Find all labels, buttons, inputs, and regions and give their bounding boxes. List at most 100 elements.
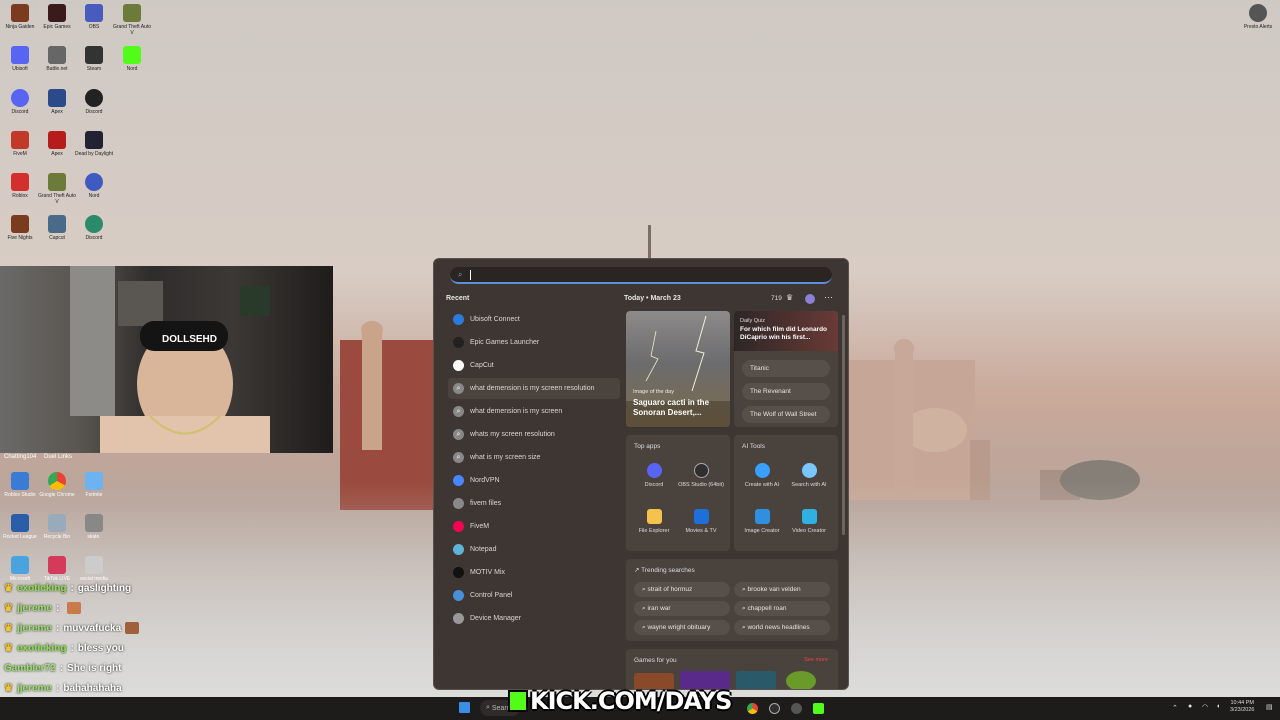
notification-icon[interactable]: ▤ [1266, 703, 1273, 711]
desktop-icon[interactable]: OBS [74, 4, 114, 30]
app-create-with-ai[interactable]: Create with AI [738, 463, 786, 489]
trending-item[interactable]: ⌕ strait of hormuz [634, 582, 730, 597]
desktop-icon[interactable]: Discord [74, 215, 114, 241]
daily-quiz-card[interactable]: Daily Quiz For which film did Leonardo D… [734, 311, 838, 427]
trending-item[interactable]: ⌕ chappell roan [734, 601, 830, 616]
start-search-input[interactable]: ⌕ [450, 267, 832, 284]
desktop-icon[interactable]: FiveM [0, 131, 40, 157]
desktop-icon[interactable]: Apex [37, 89, 77, 115]
recent-item[interactable]: ⌕ what demension is my screen [448, 401, 620, 422]
image-of-day-card[interactable]: Image of the day Saguaro cacti in the So… [626, 311, 730, 427]
recent-item[interactable]: Device Manager [448, 608, 620, 629]
desktop-icon[interactable]: Rocket League [0, 514, 40, 540]
trending-item[interactable]: ⌕ wayne wright obituary [634, 620, 730, 635]
app-image-creator[interactable]: Image Creator [738, 509, 786, 535]
kick-taskbar-icon[interactable] [813, 703, 824, 714]
chevron-up-icon[interactable]: ⌃ [1172, 704, 1178, 712]
quiz-option[interactable]: Titanic [742, 360, 830, 377]
app-taskbar-icon[interactable] [791, 703, 802, 714]
control-panel-icon [453, 590, 464, 601]
recent-item[interactable]: ⌕ what demension is my screen resolution [448, 378, 620, 399]
wifi-icon[interactable]: ◠ [1202, 703, 1208, 711]
desktop-icon[interactable]: Ninja Gaiden [0, 4, 40, 30]
ai-tools-panel: AI Tools Create with AI Search with AI I… [734, 435, 838, 551]
desktop-icon[interactable]: Steam [74, 46, 114, 72]
clock[interactable]: 10:44 PM 3/23/2026 [1230, 700, 1254, 714]
recent-item[interactable]: fivem files [448, 493, 620, 514]
recent-item[interactable]: FiveM [448, 516, 620, 537]
desktop-icon[interactable]: Grand Theft Auto V [112, 4, 152, 36]
desktop-icon[interactable]: Discord [0, 89, 40, 115]
recent-item[interactable]: ⌕ what is my screen size [448, 447, 620, 468]
folder-icon [453, 498, 464, 509]
app-icon [85, 4, 103, 22]
desktop-icon[interactable]: Nord [74, 173, 114, 199]
desktop-icon[interactable]: Apex [37, 131, 77, 157]
recent-item[interactable]: Notepad [448, 539, 620, 560]
crown-icon: ♛ [4, 682, 13, 694]
desktop-icon[interactable]: Battle.net [37, 46, 77, 72]
volume-icon[interactable]: ◖ [1216, 703, 1220, 710]
recent-item[interactable]: MOTIV Mix [448, 562, 620, 583]
desktop-icon[interactable]: skate. [74, 514, 114, 540]
quiz-option[interactable]: The Wolf of Wall Street [742, 406, 830, 423]
app-movies-tv[interactable]: Movies & TV [677, 509, 725, 535]
search-icon: ⌕ [453, 406, 464, 417]
desktop-icon[interactable]: Fortnite [74, 472, 114, 498]
app-icon [85, 215, 103, 233]
game-tile[interactable] [736, 671, 776, 689]
desktop-icon[interactable]: Roblox [0, 173, 40, 199]
app-icon [48, 4, 66, 22]
discord-icon [646, 463, 662, 478]
desktop-icon[interactable]: Grand Theft Auto V [37, 173, 77, 205]
scrollbar[interactable] [842, 315, 845, 535]
desktop-icon[interactable]: Five Nights [0, 215, 40, 241]
game-tile[interactable] [786, 671, 816, 689]
desktop-icon[interactable]: Google Chrome [37, 472, 77, 498]
desktop-icon[interactable]: Epic Games [37, 4, 77, 30]
app-discord[interactable]: Discord [630, 463, 678, 489]
app-obs[interactable]: OBS Studio (64bit) [677, 463, 725, 489]
desktop-icon[interactable]: Ubisoft [0, 46, 40, 72]
desktop-icon[interactable]: Presto Alerts [1238, 4, 1278, 30]
microphone-icon[interactable]: ● [1188, 703, 1192, 710]
desktop-icon[interactable]: Discord [74, 89, 114, 115]
trending-item[interactable]: ⌕ iran war [634, 601, 730, 616]
skate-icon [85, 514, 103, 532]
trending-item[interactable]: ⌕ brooke van velden [734, 582, 830, 597]
trophy-icon[interactable]: ♛ [786, 293, 793, 302]
more-options-icon[interactable]: ⋯ [824, 292, 833, 303]
recent-item[interactable]: ⌕ whats my screen resolution [448, 424, 620, 445]
obs-taskbar-icon[interactable] [769, 703, 780, 714]
magnifier-icon [801, 463, 817, 478]
profile-avatar[interactable] [805, 294, 815, 304]
trending-item[interactable]: ⌕ world news headlines [734, 620, 830, 635]
crown-icon: ♛ [4, 602, 13, 614]
app-file-explorer[interactable]: File Explorer [630, 509, 678, 535]
chrome-taskbar-icon[interactable] [747, 703, 758, 714]
app-icon [11, 215, 29, 233]
windows-start-icon[interactable] [459, 702, 470, 713]
desktop-icon[interactable]: Recycle Bin [37, 514, 77, 540]
recent-item[interactable]: NordVPN [448, 470, 620, 491]
app-search-with-ai[interactable]: Search with AI [785, 463, 833, 489]
app-video-creator[interactable]: Video Creator [785, 509, 833, 535]
recent-item[interactable]: CapCut [448, 355, 620, 376]
app-icon [48, 215, 66, 233]
obs-icon [693, 463, 709, 478]
recent-item[interactable]: Epic Games Launcher [448, 332, 620, 353]
desktop-icon[interactable]: Roblox Studio [0, 472, 40, 498]
recent-item[interactable]: Control Panel [448, 585, 620, 606]
recent-item[interactable]: Ubisoft Connect [448, 309, 620, 330]
desktop-icon[interactable]: Nord [112, 46, 152, 72]
crown-icon: ♛ [4, 582, 13, 594]
desktop-icon[interactable]: Dead by Daylight [74, 131, 114, 157]
quiz-option[interactable]: The Revenant [742, 383, 830, 400]
rewards-points[interactable]: 719 [771, 295, 782, 302]
motiv-icon [453, 567, 464, 578]
see-more-link[interactable]: See more [804, 657, 828, 663]
capcut-icon [453, 360, 464, 371]
microsoft-icon [11, 556, 29, 574]
app-icon [85, 173, 103, 191]
desktop-icon[interactable]: Capcut [37, 215, 77, 241]
